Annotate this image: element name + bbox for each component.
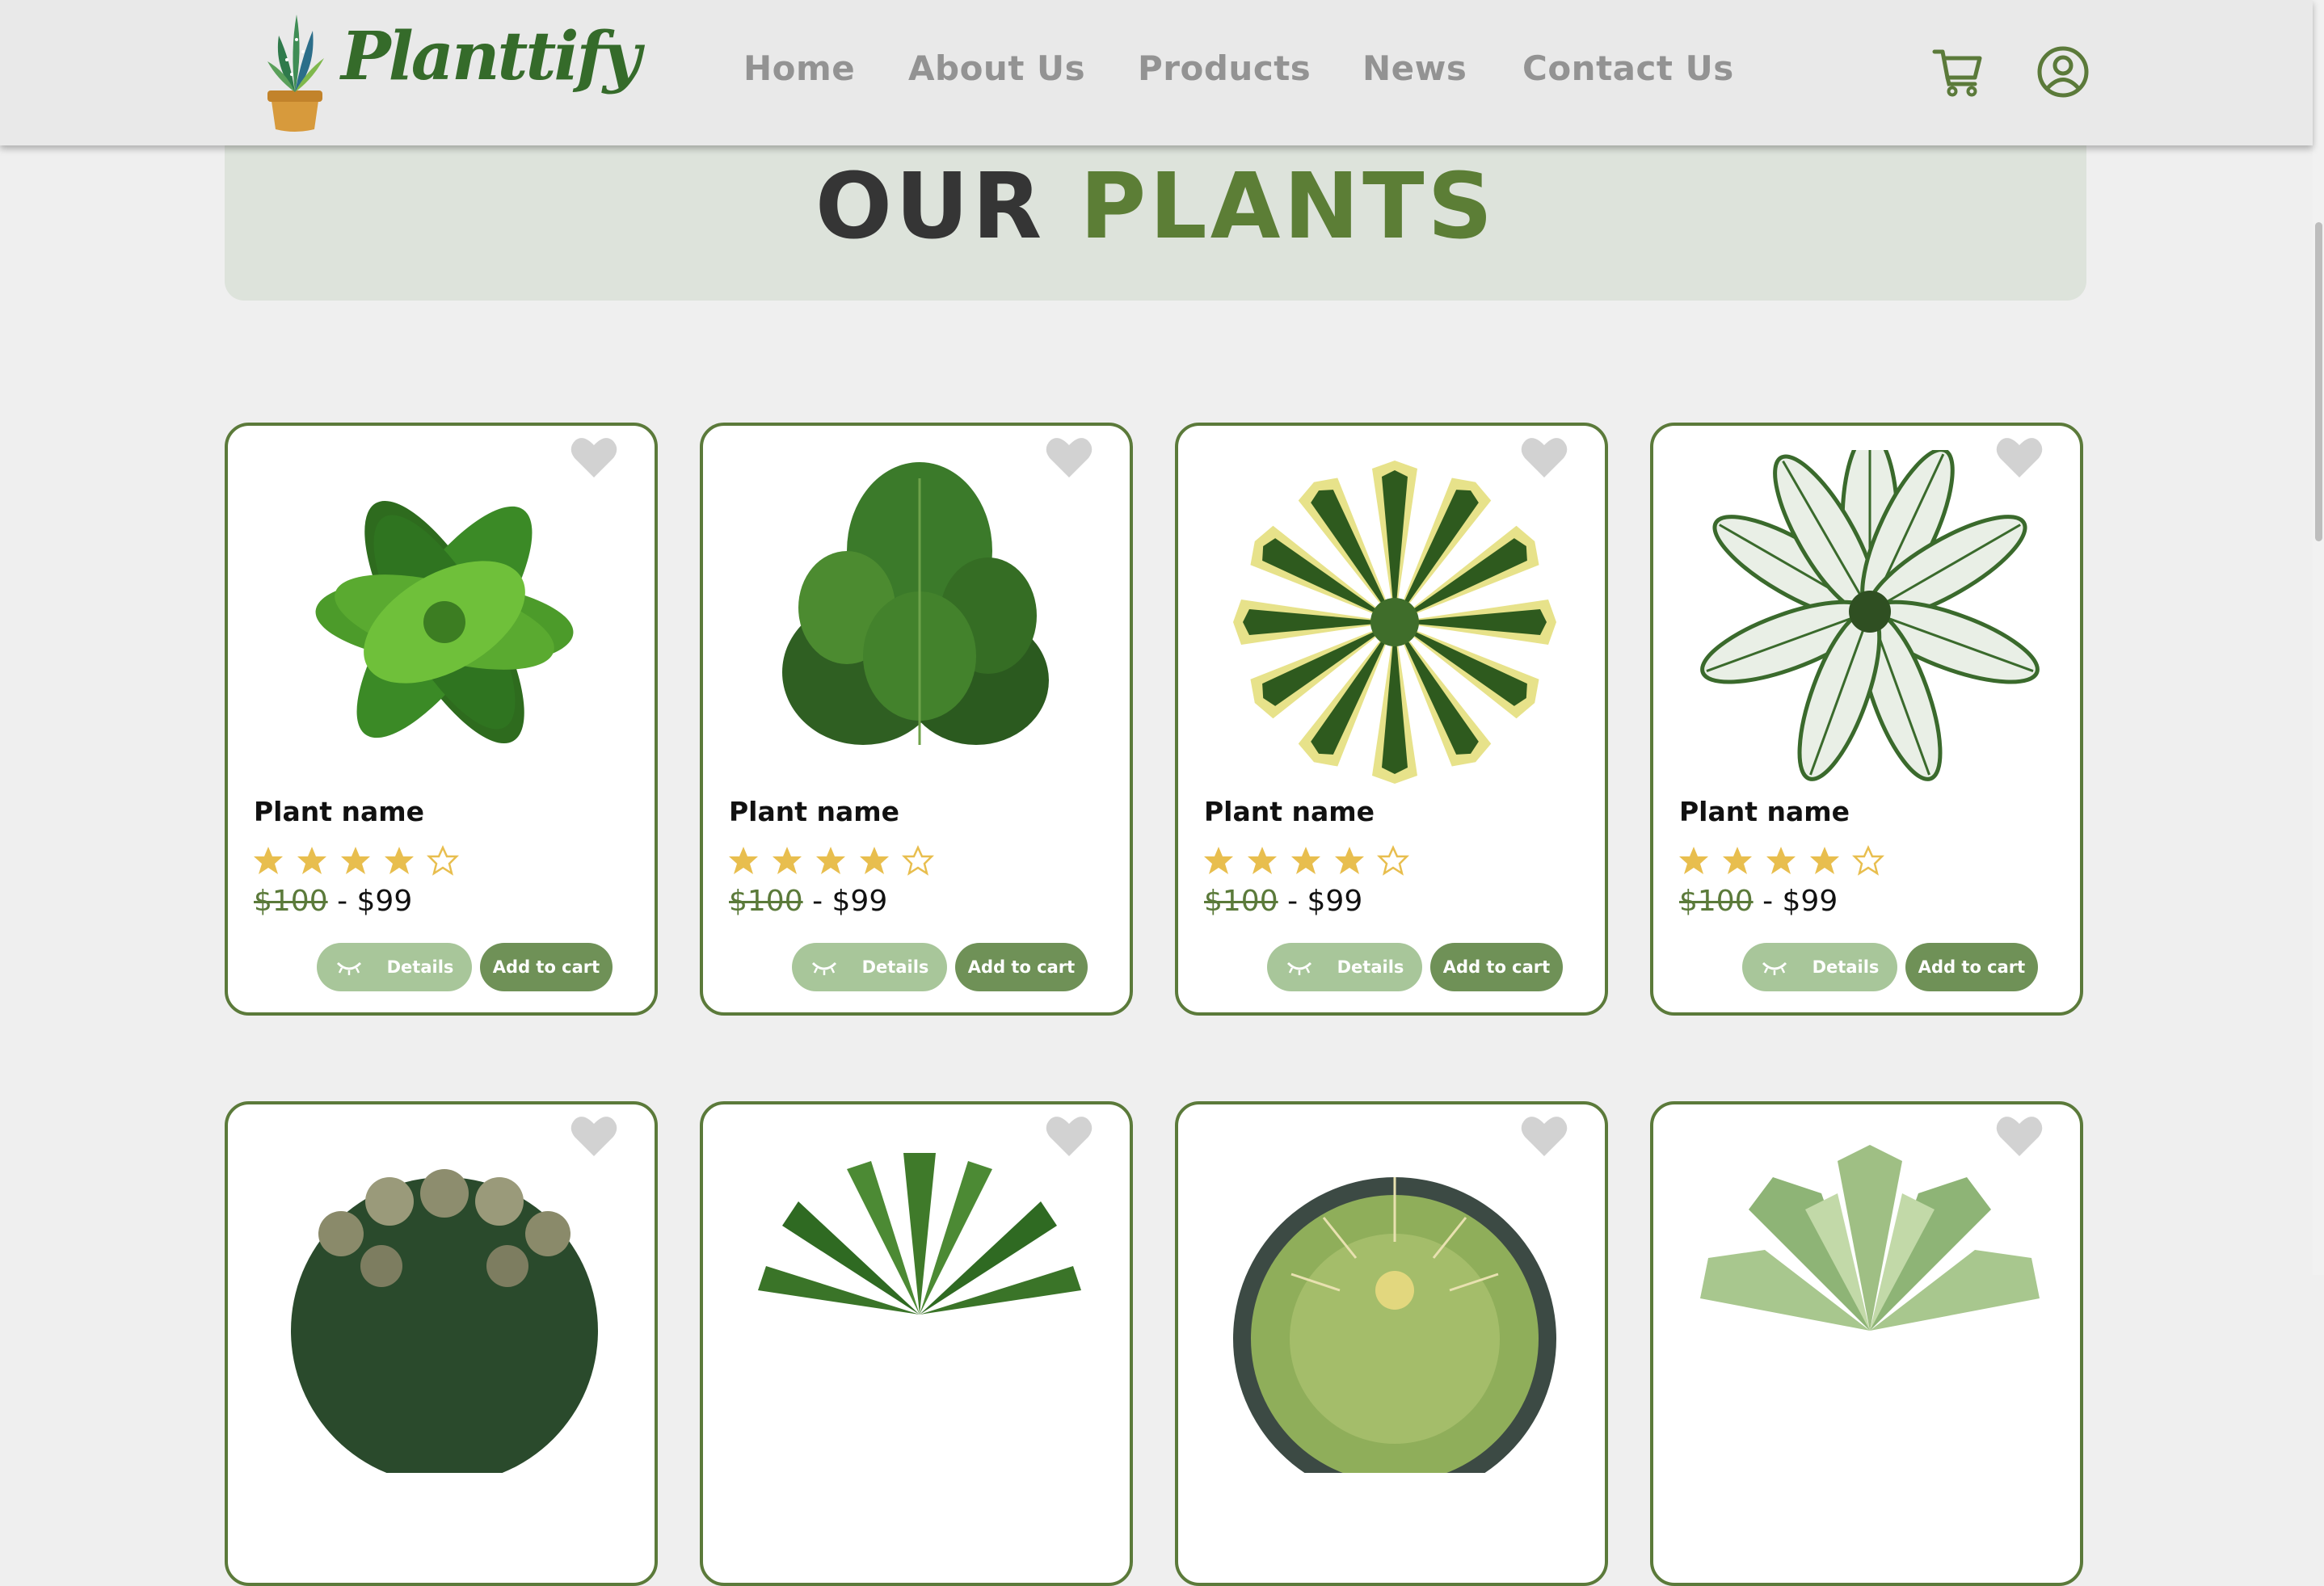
old-price: $100: [254, 885, 328, 918]
star-filled-icon: [254, 847, 283, 874]
star-filled-icon: [773, 847, 802, 874]
plant-image: [758, 1153, 1081, 1315]
product-card[interactable]: [225, 1101, 658, 1586]
plant-image: [1233, 461, 1556, 784]
details-label: Details: [1812, 957, 1880, 977]
star-outline-icon: [1377, 844, 1409, 876]
star-filled-icon: [1335, 847, 1364, 874]
star-filled-icon: [1679, 847, 1708, 874]
product-card[interactable]: [700, 1101, 1133, 1586]
price-separator: -: [337, 885, 348, 918]
scrollbar-thumb[interactable]: [2315, 222, 2322, 541]
nav-about-us[interactable]: About Us: [908, 48, 1085, 88]
old-price: $100: [1204, 885, 1278, 918]
product-card[interactable]: Plant name $100 - $99 Details Add to car…: [700, 423, 1133, 1016]
old-price: $100: [729, 885, 803, 918]
star-filled-icon: [297, 847, 326, 874]
current-price: $99: [1307, 885, 1363, 918]
plant-image: [315, 500, 574, 744]
product-price: $100 - $99: [254, 885, 412, 918]
plant-image: [782, 462, 1049, 745]
product-card[interactable]: [1650, 1101, 2083, 1586]
site-header: Planttify Home About Us Products News Co…: [0, 0, 2313, 145]
details-button[interactable]: Details: [317, 943, 472, 991]
plant-image: [1233, 1177, 1556, 1473]
plant-image: [1700, 1145, 2040, 1331]
star-filled-icon: [1723, 847, 1752, 874]
add-to-cart-button[interactable]: Add to cart: [1430, 943, 1563, 991]
star-filled-icon: [1204, 847, 1233, 874]
brand-name[interactable]: Planttify: [341, 18, 641, 95]
current-price: $99: [1782, 885, 1838, 918]
title-part-our: OUR: [815, 154, 1046, 259]
current-price: $99: [356, 885, 413, 918]
old-price: $100: [1679, 885, 1754, 918]
page-title: OUR PLANTS: [225, 157, 2086, 257]
star-filled-icon: [816, 847, 845, 874]
cart-icon[interactable]: [1931, 45, 1985, 99]
plant-image: [1686, 450, 2054, 794]
product-card[interactable]: [1175, 1101, 1608, 1586]
price-separator: -: [812, 885, 823, 918]
nav-news[interactable]: News: [1362, 48, 1467, 88]
current-price: $99: [832, 885, 888, 918]
plant-image: [291, 1169, 598, 1473]
page-banner: OUR PLANTS: [225, 121, 2086, 301]
user-account-icon[interactable]: [2036, 45, 2090, 99]
product-card[interactable]: Plant name $100 - $99 Details Add to car…: [1175, 423, 1608, 1016]
nav-contact-us[interactable]: Contact Us: [1522, 48, 1734, 88]
eye-closed-icon: [1762, 961, 1787, 975]
eye-closed-icon: [1286, 961, 1311, 975]
product-card[interactable]: Plant name $100 - $99 Details Add to car…: [225, 423, 658, 1016]
star-filled-icon: [1810, 847, 1839, 874]
details-label: Details: [861, 957, 929, 977]
star-filled-icon: [1291, 847, 1320, 874]
add-to-cart-button[interactable]: Add to cart: [480, 943, 613, 991]
add-to-cart-button[interactable]: Add to cart: [955, 943, 1088, 991]
product-price: $100 - $99: [1204, 885, 1362, 918]
star-filled-icon: [729, 847, 758, 874]
product-name: Plant name: [1204, 796, 1375, 827]
product-name: Plant name: [729, 796, 900, 827]
details-button[interactable]: Details: [1742, 943, 1897, 991]
eye-closed-icon: [336, 961, 361, 975]
star-outline-icon: [1852, 844, 1884, 876]
product-price: $100 - $99: [729, 885, 887, 918]
details-label: Details: [1337, 957, 1404, 977]
price-separator: -: [1287, 885, 1299, 918]
price-separator: -: [1762, 885, 1774, 918]
star-filled-icon: [341, 847, 370, 874]
scrollbar-track[interactable]: [2313, 0, 2324, 1275]
star-filled-icon: [1766, 847, 1796, 874]
eye-closed-icon: [811, 961, 836, 975]
product-name: Plant name: [1679, 796, 1850, 827]
star-filled-icon: [1248, 847, 1277, 874]
star-outline-icon: [427, 844, 459, 876]
nav-home[interactable]: Home: [743, 48, 855, 88]
add-to-cart-button[interactable]: Add to cart: [1905, 943, 2038, 991]
product-card[interactable]: Plant name $100 - $99 Details Add to car…: [1650, 423, 2083, 1016]
title-part-plants: PLANTS: [1080, 154, 1497, 259]
product-price: $100 - $99: [1679, 885, 1838, 918]
star-outline-icon: [902, 844, 934, 876]
nav-products[interactable]: Products: [1138, 48, 1311, 88]
star-filled-icon: [860, 847, 889, 874]
star-filled-icon: [385, 847, 414, 874]
product-name: Plant name: [254, 796, 425, 827]
details-button[interactable]: Details: [1267, 943, 1422, 991]
details-button[interactable]: Details: [792, 943, 947, 991]
details-label: Details: [386, 957, 454, 977]
